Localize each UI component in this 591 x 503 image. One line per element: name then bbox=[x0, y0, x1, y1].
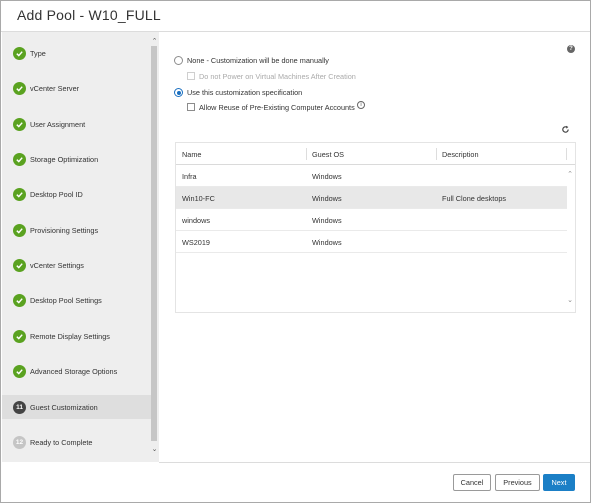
radio-use-spec[interactable] bbox=[174, 88, 183, 97]
check-icon bbox=[13, 293, 26, 307]
cell-guest-os: Windows bbox=[312, 172, 342, 181]
table-scroll-up-icon[interactable]: ⌃ bbox=[566, 171, 574, 179]
refresh-icon[interactable] bbox=[561, 125, 570, 134]
check-icon bbox=[13, 46, 26, 60]
column-divider bbox=[436, 148, 437, 160]
step-label: Advanced Storage Options bbox=[30, 366, 118, 376]
step-type[interactable]: Type bbox=[2, 41, 152, 65]
step-user-assignment[interactable]: User Assignment bbox=[2, 112, 152, 136]
scroll-down-arrow-icon[interactable]: ⌄ bbox=[150, 445, 159, 454]
step-number-badge: 11 bbox=[13, 400, 26, 414]
step-label: vCenter Server bbox=[30, 83, 80, 93]
step-ready-to-complete[interactable]: 12 Ready to Complete bbox=[2, 430, 152, 454]
step-guest-customization[interactable]: 11 Guest Customization bbox=[2, 395, 152, 419]
step-label: Ready to Complete bbox=[30, 437, 93, 447]
step-remote-display-settings[interactable]: Remote Display Settings bbox=[2, 324, 152, 348]
check-icon bbox=[13, 329, 26, 343]
column-header-name[interactable]: Name bbox=[182, 150, 201, 159]
table-header: Name Guest OS Description bbox=[176, 143, 575, 165]
allow-reuse-label: Allow Reuse of Pre-Existing Computer Acc… bbox=[199, 103, 355, 112]
cell-name: windows bbox=[182, 216, 210, 225]
table-row[interactable]: Infra Windows bbox=[176, 165, 567, 187]
check-icon bbox=[13, 258, 26, 272]
cell-guest-os: Windows bbox=[312, 194, 342, 203]
no-power-on-checkbox[interactable] bbox=[187, 72, 195, 80]
wizard-steps-sidebar: Type vCenter Server User Assignment Stor… bbox=[2, 32, 159, 462]
use-spec-label: Use this customization specification bbox=[187, 88, 303, 97]
allow-reuse-checkbox[interactable] bbox=[187, 103, 195, 111]
check-icon bbox=[13, 223, 26, 237]
table-row[interactable]: windows Windows bbox=[176, 209, 567, 231]
table-row[interactable]: WS2019 Windows bbox=[176, 231, 567, 253]
step-label: Storage Optimization bbox=[30, 154, 99, 164]
check-icon bbox=[13, 152, 26, 166]
table-row-selected[interactable]: Win10-FC Windows Full Clone desktops bbox=[176, 187, 567, 209]
footer-divider bbox=[159, 462, 590, 463]
step-label: Provisioning Settings bbox=[30, 225, 99, 235]
step-label: vCenter Settings bbox=[30, 260, 84, 270]
next-button[interactable]: Next bbox=[543, 474, 575, 491]
step-label: Remote Display Settings bbox=[30, 331, 110, 341]
step-storage-optimization[interactable]: Storage Optimization bbox=[2, 147, 152, 171]
table-scroll-down-icon[interactable]: ⌄ bbox=[566, 297, 574, 305]
check-icon bbox=[13, 81, 26, 95]
column-divider bbox=[566, 148, 567, 160]
step-desktop-pool-settings[interactable]: Desktop Pool Settings bbox=[2, 288, 152, 312]
step-label: Desktop Pool Settings bbox=[30, 295, 102, 305]
info-icon[interactable]: i bbox=[357, 101, 365, 109]
step-label: Guest Customization bbox=[30, 402, 98, 412]
cell-name: Infra bbox=[182, 172, 197, 181]
previous-button[interactable]: Previous bbox=[495, 474, 540, 491]
step-vcenter-settings[interactable]: vCenter Settings bbox=[2, 253, 152, 277]
step-advanced-storage-options[interactable]: Advanced Storage Options bbox=[2, 359, 152, 383]
none-customization-label: None - Customization will be done manual… bbox=[187, 56, 329, 65]
column-header-guest-os[interactable]: Guest OS bbox=[312, 150, 344, 159]
step-desktop-pool-id[interactable]: Desktop Pool ID bbox=[2, 182, 152, 206]
cell-description: Full Clone desktops bbox=[442, 194, 507, 203]
check-icon bbox=[13, 117, 26, 131]
column-header-description[interactable]: Description bbox=[442, 150, 479, 159]
step-label: User Assignment bbox=[30, 119, 86, 129]
cancel-button[interactable]: Cancel bbox=[453, 474, 491, 491]
step-label: Type bbox=[30, 48, 46, 58]
no-power-on-label: Do not Power on Virtual Machines After C… bbox=[199, 72, 356, 81]
add-pool-dialog: Add Pool - W10_FULL Type vCenter Server … bbox=[0, 0, 591, 503]
cell-guest-os: Windows bbox=[312, 216, 342, 225]
cell-guest-os: Windows bbox=[312, 238, 342, 247]
check-icon bbox=[13, 364, 26, 378]
step-label: Desktop Pool ID bbox=[30, 189, 83, 199]
step-number-badge: 12 bbox=[13, 435, 26, 449]
customization-spec-table: Name Guest OS Description Infra Windows … bbox=[175, 142, 576, 313]
sidebar-scrollbar-thumb[interactable] bbox=[151, 46, 157, 441]
scroll-up-arrow-icon[interactable]: ⌃ bbox=[150, 37, 159, 46]
cell-name: WS2019 bbox=[182, 238, 210, 247]
help-icon[interactable]: ? bbox=[567, 45, 575, 53]
cell-name: Win10-FC bbox=[182, 194, 215, 203]
radio-none-customization[interactable] bbox=[174, 56, 183, 65]
dialog-title: Add Pool - W10_FULL bbox=[17, 7, 161, 23]
step-provisioning-settings[interactable]: Provisioning Settings bbox=[2, 218, 152, 242]
column-divider bbox=[306, 148, 307, 160]
step-vcenter-server[interactable]: vCenter Server bbox=[2, 76, 152, 100]
check-icon bbox=[13, 187, 26, 201]
